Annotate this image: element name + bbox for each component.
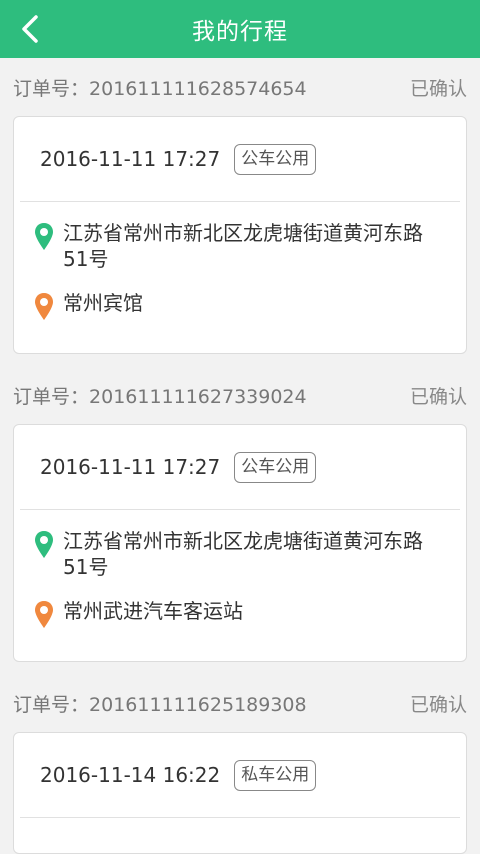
order-number: 订单号：201611111627339024 xyxy=(13,382,307,409)
order-number-label: 订单号： xyxy=(13,385,90,408)
order-number-label: 订单号： xyxy=(13,77,90,100)
order-status: 已确认 xyxy=(409,77,467,100)
location-pin-icon xyxy=(35,531,53,558)
trip-card-top: 2016-11-11 17:27 公车公用 xyxy=(20,117,460,202)
order-status: 已确认 xyxy=(409,693,467,716)
chevron-left-icon xyxy=(22,15,38,43)
trip-card-top: 2016-11-14 16:22 私车公用 xyxy=(20,733,460,818)
order-status: 已确认 xyxy=(409,385,467,408)
order-number-value: 201611111625189308 xyxy=(89,693,307,716)
trip-card-body: 江苏省常州市新北区龙虎塘街道黄河东路51号 常州宾馆 xyxy=(14,202,466,340)
end-location-row: 常州武进汽车客运站 xyxy=(34,598,446,630)
trip-card[interactable]: 2016-11-11 17:27 公车公用 江苏省常州市新北区龙虎塘街道黄河东路… xyxy=(13,116,467,354)
order-number: 订单号：201611111628574654 xyxy=(13,74,307,101)
end-address: 常州宾馆 xyxy=(63,291,143,315)
trip-time: 2016-11-14 16:22 xyxy=(40,763,221,787)
trip-type-tag: 公车公用 xyxy=(234,451,317,483)
location-pin-icon xyxy=(35,601,53,628)
page-title: 我的行程 xyxy=(192,19,288,45)
trip-time: 2016-11-11 17:27 xyxy=(40,455,221,479)
trip-card-body: 江苏省常州市新北区龙虎塘街道黄河东路51号 常州武进汽车客运站 xyxy=(14,510,466,648)
app-header: 我的行程 xyxy=(0,0,480,58)
order-number-value: 201611111627339024 xyxy=(89,385,307,408)
order-number-label: 订单号： xyxy=(13,693,90,716)
trip-list: 订单号：201611111628574654 已确认 2016-11-11 17… xyxy=(0,58,480,854)
end-location-row: 常州宾馆 xyxy=(34,290,446,322)
start-location-row: 江苏省常州市新北区龙虎塘街道黄河东路51号 xyxy=(34,528,446,580)
trip-card-top: 2016-11-11 17:27 公车公用 xyxy=(20,425,460,510)
trip-time: 2016-11-11 17:27 xyxy=(40,147,221,171)
trip-type-tag: 私车公用 xyxy=(234,759,317,791)
start-address: 江苏省常州市新北区龙虎塘街道黄河东路51号 xyxy=(63,529,423,579)
start-location-row: 江苏省常州市新北区龙虎塘街道黄河东路51号 xyxy=(34,220,446,272)
trip-type-tag: 公车公用 xyxy=(234,143,317,175)
trip-card[interactable]: 2016-11-14 16:22 私车公用 xyxy=(13,732,467,854)
order-header: 订单号：201611111625189308 已确认 xyxy=(13,674,467,732)
order-header: 订单号：201611111627339024 已确认 xyxy=(13,366,467,424)
order-number-value: 201611111628574654 xyxy=(89,77,307,100)
order-header: 订单号：201611111628574654 已确认 xyxy=(13,58,467,116)
order-number: 订单号：201611111625189308 xyxy=(13,690,307,717)
location-pin-icon xyxy=(35,223,53,250)
trip-card[interactable]: 2016-11-11 17:27 公车公用 江苏省常州市新北区龙虎塘街道黄河东路… xyxy=(13,424,467,662)
end-address: 常州武进汽车客运站 xyxy=(63,599,243,623)
start-address: 江苏省常州市新北区龙虎塘街道黄河东路51号 xyxy=(63,221,423,271)
back-button[interactable] xyxy=(8,0,52,58)
location-pin-icon xyxy=(35,293,53,320)
